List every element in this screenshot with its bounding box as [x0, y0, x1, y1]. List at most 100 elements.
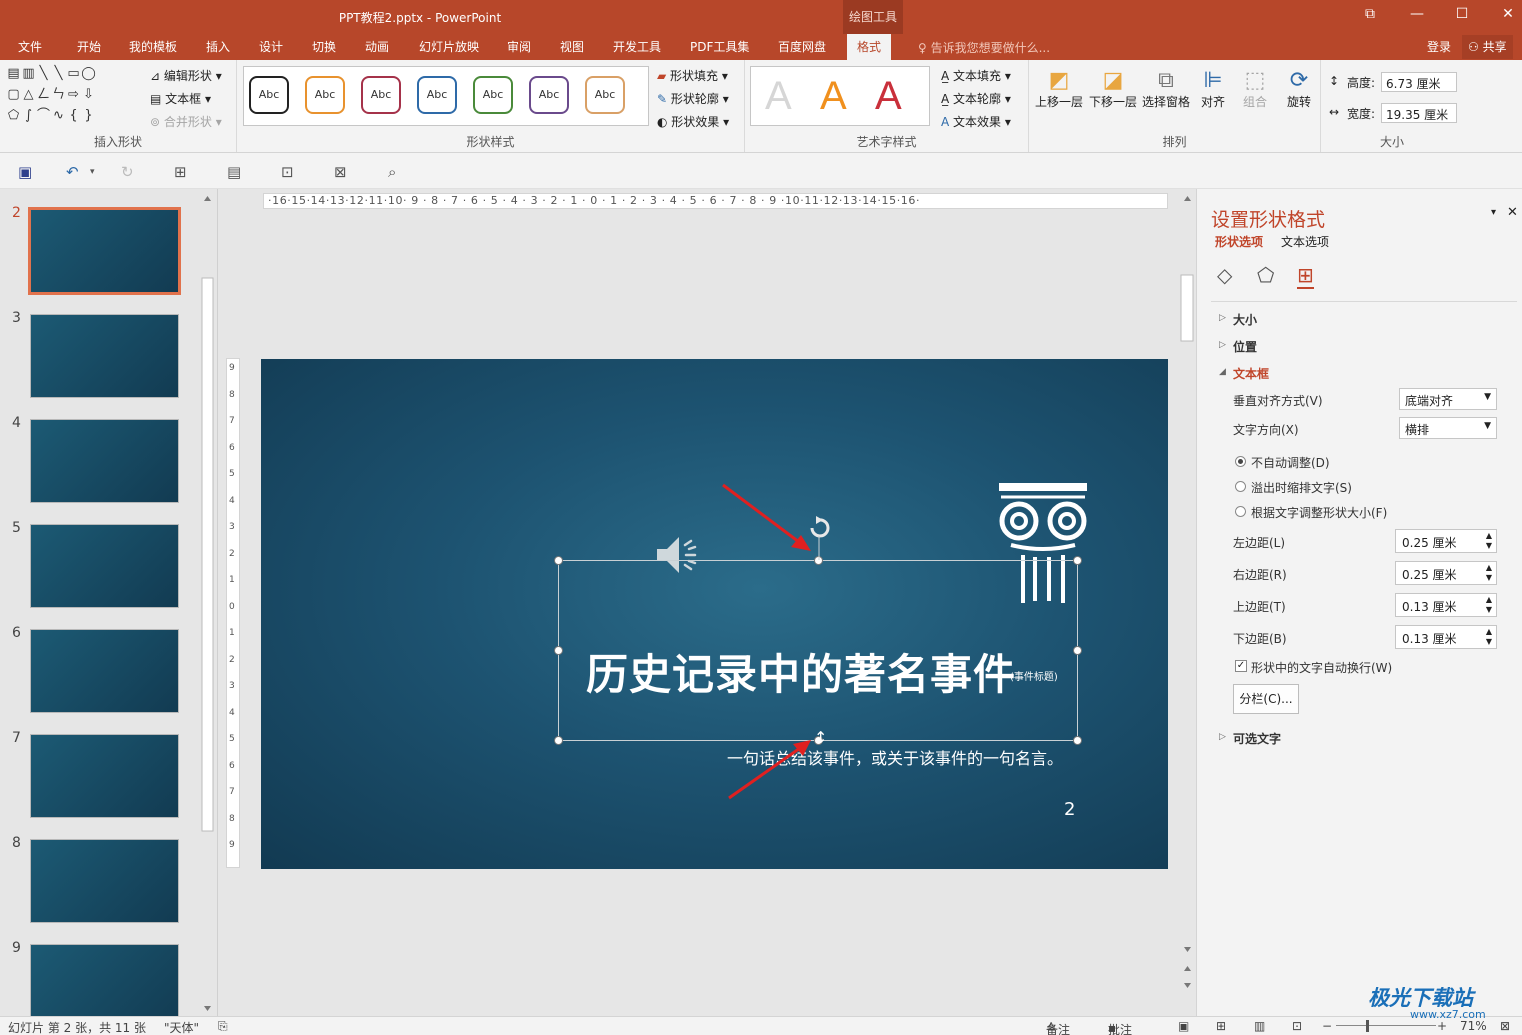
- rectangle-shape-icon[interactable]: ▭: [66, 66, 81, 83]
- slide-thumbnail[interactable]: [30, 944, 179, 1016]
- section-size[interactable]: 大小: [1233, 311, 1257, 328]
- slide-2[interactable]: 历史记录中的著名事件 (事件标题) 一句话总结该事件，或关于该事件的一句名言。 …: [261, 359, 1168, 869]
- freeform-shape-icon[interactable]: ⬠: [6, 108, 21, 125]
- tab-format[interactable]: 格式: [847, 34, 892, 61]
- connector-shape-icon[interactable]: ㄥ: [36, 83, 51, 102]
- presentation-icon[interactable]: ⊡: [281, 163, 294, 181]
- tab-view[interactable]: 视图: [560, 38, 584, 55]
- thumbnail-scrollbar[interactable]: [200, 193, 215, 1016]
- text-direction-select[interactable]: 横排 ▼: [1399, 417, 1497, 439]
- oval-shape-icon[interactable]: ◯: [81, 66, 96, 83]
- radio-shrink-on-overflow-label[interactable]: 溢出时缩排文字(S): [1251, 479, 1352, 496]
- shape-outline-button[interactable]: ✎ 形状轮廓 ▾: [657, 90, 729, 107]
- tab-pdf-tools[interactable]: PDF工具集: [690, 38, 749, 55]
- tab-review[interactable]: 审阅: [507, 38, 531, 55]
- shape-effects-button[interactable]: ◐ 形状效果 ▾: [657, 113, 729, 130]
- radio-no-autofit-label[interactable]: 不自动调整(D): [1251, 454, 1330, 471]
- slide-thumbnail[interactable]: [30, 839, 179, 923]
- text-box-button[interactable]: ▤ 文本框 ▾: [150, 90, 211, 107]
- undo-icon[interactable]: ↶: [66, 163, 79, 181]
- margin-bottom-input[interactable]: 0.13 厘米 ▲ ▼: [1395, 625, 1497, 649]
- margin-top-input[interactable]: 0.13 厘米 ▲ ▼: [1395, 593, 1497, 617]
- expand-size-icon[interactable]: ▷: [1219, 313, 1226, 323]
- slide-thumbnail[interactable]: [30, 524, 179, 608]
- margin-left-input[interactable]: 0.25 厘米 ▲ ▼: [1395, 529, 1497, 553]
- rotate-button[interactable]: ⟳ 旋转: [1281, 68, 1317, 110]
- shape-style-swatch[interactable]: Abc: [529, 68, 575, 124]
- zoom-slider-thumb[interactable]: [1366, 1020, 1369, 1032]
- scribble-shape-icon[interactable]: ∫: [21, 108, 36, 125]
- radio-no-autofit[interactable]: [1235, 456, 1246, 467]
- spellcheck-icon[interactable]: ⎘: [218, 1019, 228, 1034]
- wrap-text-label[interactable]: 形状中的文字自动换行(W): [1251, 659, 1392, 676]
- size-properties-icon[interactable]: ⊞: [1297, 263, 1314, 289]
- slide-thumbnail[interactable]: [30, 734, 179, 818]
- present-online-icon[interactable]: ⊠: [334, 163, 347, 181]
- shape-style-swatch[interactable]: Abc: [305, 68, 351, 124]
- spinner-icon[interactable]: ▲ ▼: [1486, 531, 1492, 551]
- tab-design[interactable]: 设计: [259, 38, 283, 55]
- reading-view-icon[interactable]: ▥: [1254, 1019, 1265, 1033]
- slide-sorter-icon[interactable]: ⊞: [1216, 1019, 1226, 1033]
- tab-slideshow[interactable]: 幻灯片放映: [419, 38, 479, 55]
- shape-style-swatch[interactable]: Abc: [361, 68, 407, 124]
- shape-fill-button[interactable]: ▰ 形状填充 ▾: [657, 67, 728, 84]
- tab-developer[interactable]: 开发工具: [613, 38, 661, 55]
- brace-shape-icon[interactable]: {: [66, 108, 81, 125]
- section-textbox[interactable]: 文本框: [1233, 365, 1269, 382]
- spinner-icon[interactable]: ▲ ▼: [1486, 627, 1492, 647]
- width-input[interactable]: 19.35 厘米: [1381, 103, 1457, 123]
- zoom-in-icon[interactable]: +: [1437, 1019, 1447, 1033]
- resize-handle-right[interactable]: [1073, 646, 1082, 655]
- section-position[interactable]: 位置: [1233, 338, 1257, 355]
- slide-thumbnail[interactable]: [30, 419, 179, 503]
- effects-pentagon-icon[interactable]: ⬠: [1257, 263, 1274, 287]
- shape-style-swatch[interactable]: Abc: [585, 68, 631, 124]
- slide-thumbnail[interactable]: [30, 629, 179, 713]
- slide-thumbnail[interactable]: [28, 207, 181, 295]
- login-link[interactable]: 登录: [1427, 38, 1451, 55]
- tab-text-options[interactable]: 文本选项: [1281, 233, 1329, 250]
- pane-options-icon[interactable]: ▾: [1491, 207, 1496, 218]
- radio-resize-shape-label[interactable]: 根据文字调整形状大小(F): [1251, 504, 1387, 521]
- undo-dropdown-icon[interactable]: ▾: [90, 167, 95, 177]
- print-preview-icon[interactable]: ⌕: [388, 163, 396, 181]
- rounded-rect-shape-icon[interactable]: ▢: [6, 87, 21, 104]
- shape-style-swatch[interactable]: Abc: [417, 68, 463, 124]
- slide-scrollbar[interactable]: [1180, 193, 1195, 1016]
- line-shape-icon[interactable]: ╲: [36, 66, 51, 83]
- resize-handle-tl[interactable]: [554, 556, 563, 565]
- resize-handle-tr[interactable]: [1073, 556, 1082, 565]
- ribbon-display-options-icon[interactable]: ⧉: [1355, 6, 1385, 22]
- tell-me-search[interactable]: ♀ 告诉我您想要做什么...: [918, 39, 1050, 56]
- shape-style-swatch[interactable]: Abc: [249, 68, 295, 124]
- wrap-text-checkbox[interactable]: ✓: [1235, 660, 1247, 672]
- columns-button[interactable]: 分栏(C)...: [1233, 684, 1299, 714]
- tab-home[interactable]: 开始: [77, 38, 101, 55]
- expand-alt-text-icon[interactable]: ▷: [1219, 732, 1226, 742]
- tab-insert[interactable]: 插入: [206, 38, 230, 55]
- slideshow-icon[interactable]: ⊡: [1292, 1019, 1302, 1033]
- resize-handle-bl[interactable]: [554, 736, 563, 745]
- tab-my-templates[interactable]: 我的模板: [129, 38, 177, 55]
- shape-style-swatch[interactable]: Abc: [473, 68, 519, 124]
- normal-view-icon[interactable]: ▣: [1178, 1019, 1189, 1033]
- slide-thumbnail[interactable]: [30, 314, 179, 398]
- new-slide-icon[interactable]: ⊞: [174, 163, 187, 181]
- text-effects-button[interactable]: A 文本效果 ▾: [941, 113, 1011, 130]
- edit-shape-button[interactable]: ⊿ 编辑形状 ▾: [150, 67, 222, 84]
- minimize-button[interactable]: —: [1402, 6, 1432, 22]
- fill-line-icon[interactable]: ◇: [1217, 263, 1232, 287]
- curve-shape-icon[interactable]: ∿: [51, 108, 66, 125]
- close-button[interactable]: ✕: [1493, 6, 1522, 22]
- margin-right-input[interactable]: 0.25 厘米 ▲ ▼: [1395, 561, 1497, 585]
- section-alt-text[interactable]: 可选文字: [1233, 730, 1281, 747]
- group-button[interactable]: ⬚ 组合: [1237, 68, 1273, 110]
- radio-shrink-on-overflow[interactable]: [1235, 481, 1246, 492]
- redo-icon[interactable]: ↻: [121, 163, 134, 181]
- zoom-slider[interactable]: [1336, 1025, 1436, 1026]
- radio-resize-shape[interactable]: [1235, 506, 1246, 517]
- vertical-align-select[interactable]: 底端对齐 ▼: [1399, 388, 1497, 410]
- wordart-style-1[interactable]: A: [765, 74, 792, 119]
- shapes-gallery[interactable]: ▤ ▥ ╲ ╲ ▭ ◯ ▢ △ ㄥㄣ ⇨ ⇩ ⬠ ∫ ⌒ ∿{}: [6, 66, 140, 128]
